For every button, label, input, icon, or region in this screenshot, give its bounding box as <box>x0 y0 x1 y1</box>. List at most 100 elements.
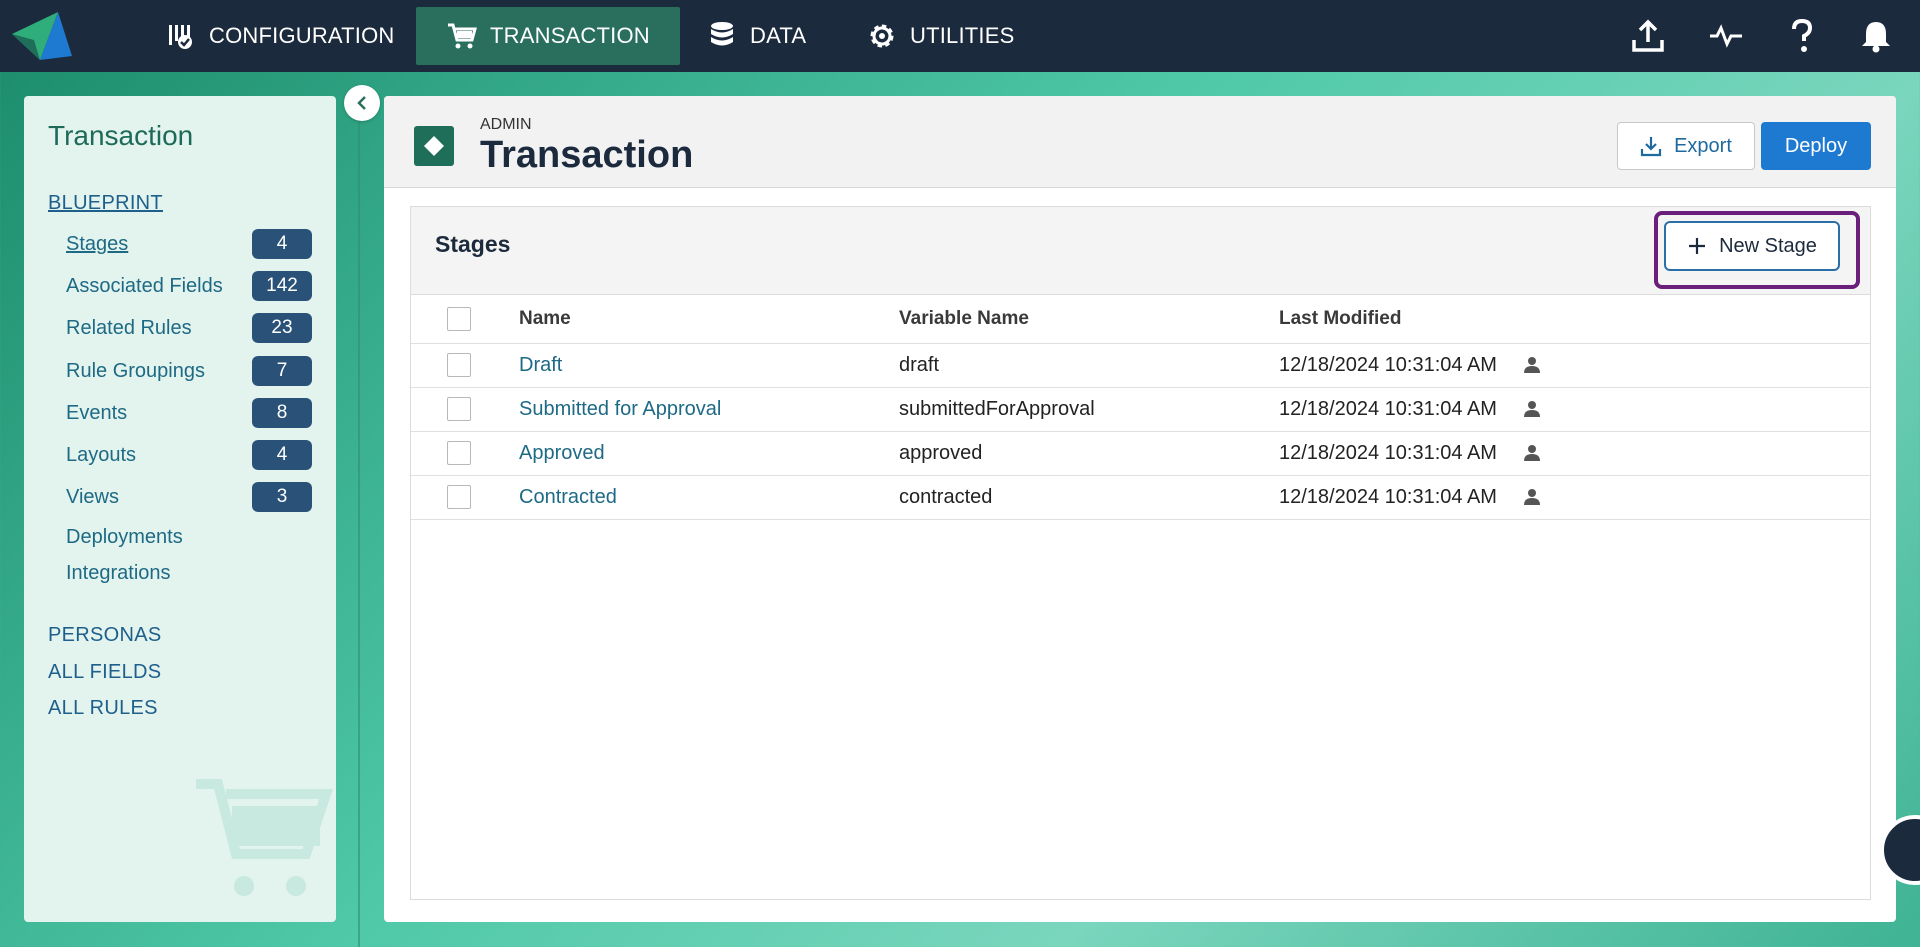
sidebar-item-label: Related Rules <box>66 316 192 339</box>
sidebar-section-personas[interactable]: PERSONAS <box>48 624 162 647</box>
nav-utilities[interactable]: UTILITIES <box>836 7 1045 65</box>
nav-data[interactable]: DATA <box>676 7 836 65</box>
download-icon <box>1640 137 1662 157</box>
stages-title: Stages <box>435 231 511 257</box>
help-icon <box>1792 18 1813 52</box>
stages-card: Stages New Stage Name Variable Name Last… <box>410 206 1871 900</box>
count-badge: 4 <box>252 440 312 470</box>
sidebar-item-label: Views <box>66 485 119 508</box>
user-icon[interactable] <box>1523 400 1541 418</box>
deploy-button[interactable]: Deploy <box>1761 122 1871 170</box>
count-badge: 3 <box>252 482 312 512</box>
column-header-modified[interactable]: Last Modified <box>1279 295 1870 344</box>
top-nav: CONFIGURATION TRANSACTION DATA UTILITIES <box>0 0 1920 72</box>
sidebar-item-views[interactable]: Views 3 <box>66 482 312 512</box>
sidebar-item-label: Events <box>66 401 128 424</box>
page-header: ADMIN Transaction Export Deploy <box>384 96 1896 188</box>
notifications-button[interactable] <box>1854 14 1898 58</box>
user-icon[interactable] <box>1523 488 1541 506</box>
nav-label: CONFIGURATION <box>209 23 395 48</box>
gear-icon <box>870 24 894 48</box>
sidebar-item-stages[interactable]: Stages 4 <box>66 229 312 259</box>
bell-icon <box>1862 22 1890 53</box>
user-icon[interactable] <box>1523 444 1541 462</box>
count-badge: 4 <box>252 229 312 259</box>
page-eyebrow: ADMIN <box>480 116 532 133</box>
last-modified: 12/18/2024 10:31:04 AM <box>1279 397 1497 420</box>
stage-name-link[interactable]: Draft <box>519 354 562 376</box>
sidebar-item-label: Stages <box>66 232 129 255</box>
user-icon[interactable] <box>1523 356 1541 374</box>
sidebar-item-label: Rule Groupings <box>66 359 205 382</box>
upload-button[interactable] <box>1626 14 1670 58</box>
variable-name: draft <box>899 343 1279 388</box>
column-header-variable[interactable]: Variable Name <box>899 295 1279 344</box>
sidebar-divider <box>358 120 360 947</box>
activity-icon <box>1710 24 1742 48</box>
stages-table: Name Variable Name Last Modified Draft d… <box>411 295 1870 520</box>
sidebar-item-deployments[interactable]: Deployments <box>66 522 312 552</box>
stage-name-link[interactable]: Approved <box>519 442 605 464</box>
count-badge: 8 <box>252 398 312 428</box>
stage-name-link[interactable]: Submitted for Approval <box>519 398 721 420</box>
nav-transaction[interactable]: TRANSACTION <box>416 7 680 65</box>
last-modified: 12/18/2024 10:31:04 AM <box>1279 485 1497 508</box>
page-title: Transaction <box>480 134 694 176</box>
sidebar-item-integrations[interactable]: Integrations <box>66 558 312 588</box>
sidebar-title: Transaction <box>48 120 194 151</box>
new-stage-button[interactable]: New Stage <box>1664 221 1840 271</box>
sidebar-item-associated-fields[interactable]: Associated Fields 142 <box>66 271 312 301</box>
sidebar-item-label: Deployments <box>66 525 183 548</box>
row-checkbox[interactable] <box>447 485 471 509</box>
chevron-left-icon <box>357 96 366 110</box>
variable-name: approved <box>899 431 1279 476</box>
table-row: Draft draft 12/18/2024 10:31:04 AM <box>411 343 1870 388</box>
sidebar-section-all-fields[interactable]: ALL FIELDS <box>48 661 161 684</box>
sidebar-item-rule-groupings[interactable]: Rule Groupings 7 <box>66 356 312 386</box>
nav-label: TRANSACTION <box>490 23 650 48</box>
sidebar: Transaction BLUEPRINT Stages 4 Associate… <box>24 96 336 922</box>
checklist-icon <box>169 25 192 49</box>
variable-name: contracted <box>899 475 1279 520</box>
row-checkbox[interactable] <box>447 353 471 377</box>
collapse-sidebar-button[interactable] <box>344 85 380 121</box>
nav-label: DATA <box>750 23 807 48</box>
table-row: Approved approved 12/18/2024 10:31:04 AM <box>411 431 1870 476</box>
database-icon <box>711 22 733 46</box>
sidebar-section-all-rules[interactable]: ALL RULES <box>48 697 158 720</box>
upload-icon <box>1632 19 1664 52</box>
nav-configuration[interactable]: CONFIGURATION <box>135 7 425 65</box>
row-checkbox[interactable] <box>447 397 471 421</box>
export-button[interactable]: Export <box>1617 122 1755 170</box>
count-badge: 23 <box>252 313 312 343</box>
sidebar-section-blueprint[interactable]: BLUEPRINT <box>48 192 163 215</box>
export-label: Export <box>1674 134 1732 157</box>
cart-icon <box>448 23 477 49</box>
activity-button[interactable] <box>1704 14 1748 58</box>
count-badge: 7 <box>252 356 312 386</box>
stages-card-header: Stages New Stage <box>411 207 1870 295</box>
variable-name: submittedForApproval <box>899 387 1279 432</box>
app-logo-icon[interactable] <box>10 10 74 62</box>
sidebar-item-label: Integrations <box>66 561 171 584</box>
sidebar-item-label: Associated Fields <box>66 274 223 297</box>
row-checkbox[interactable] <box>447 441 471 465</box>
plus-icon <box>1689 238 1706 254</box>
help-button[interactable] <box>1780 14 1824 58</box>
sidebar-item-related-rules[interactable]: Related Rules 23 <box>66 313 312 343</box>
new-stage-label: New Stage <box>1719 234 1817 257</box>
table-header-row: Name Variable Name Last Modified <box>411 295 1870 344</box>
last-modified: 12/18/2024 10:31:04 AM <box>1279 353 1497 376</box>
sidebar-item-layouts[interactable]: Layouts 4 <box>66 440 312 470</box>
sidebar-item-label: Layouts <box>66 443 137 466</box>
nav-label: UTILITIES <box>910 23 1015 48</box>
sidebar-item-events[interactable]: Events 8 <box>66 398 312 428</box>
column-header-name[interactable]: Name <box>519 295 899 344</box>
main-panel: ADMIN Transaction Export Deploy Stages N… <box>384 96 1896 922</box>
transaction-page-icon <box>414 126 454 166</box>
count-badge: 142 <box>252 271 312 301</box>
select-all-checkbox[interactable] <box>447 306 471 331</box>
table-row: Submitted for Approval submittedForAppro… <box>411 387 1870 432</box>
last-modified: 12/18/2024 10:31:04 AM <box>1279 441 1497 464</box>
stage-name-link[interactable]: Contracted <box>519 486 617 508</box>
